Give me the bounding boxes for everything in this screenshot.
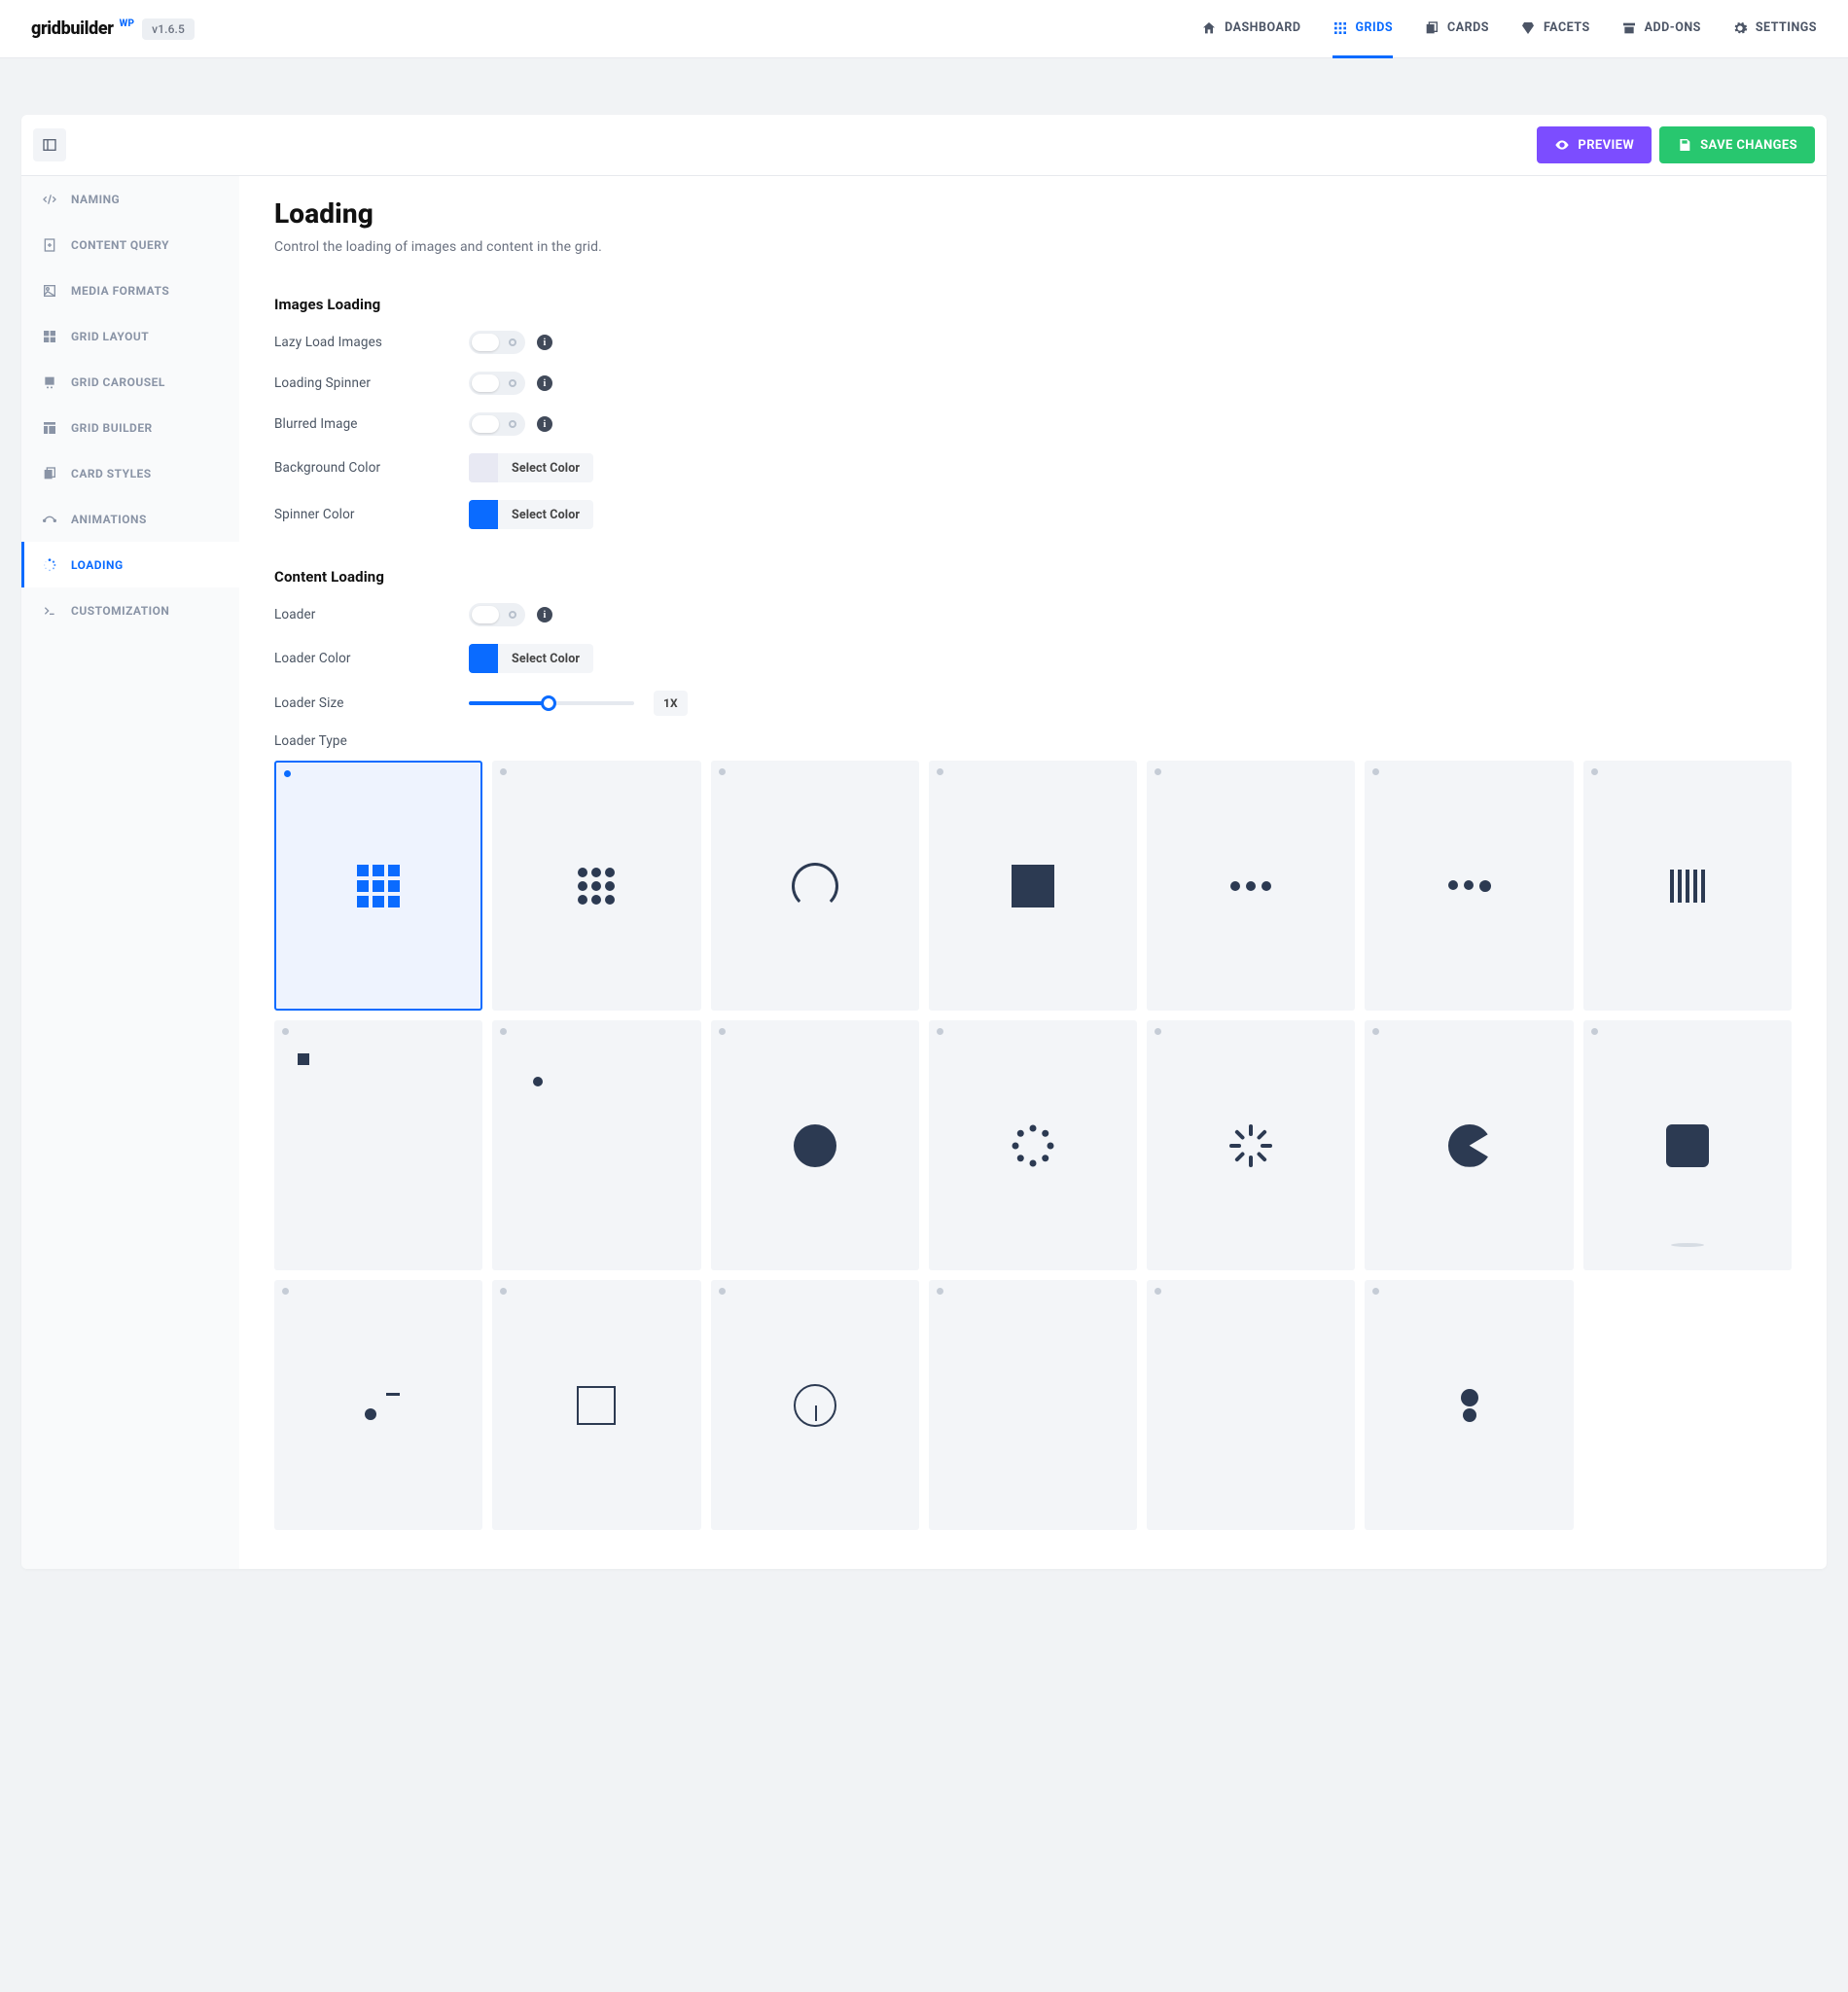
terminal-icon bbox=[42, 603, 57, 619]
nav-grids[interactable]: GRIDS bbox=[1333, 0, 1394, 58]
save-button[interactable]: SAVE CHANGES bbox=[1659, 126, 1815, 163]
cards-icon bbox=[1424, 20, 1439, 36]
nav-facets[interactable]: FACETS bbox=[1520, 0, 1590, 58]
color-swatch bbox=[469, 644, 498, 673]
page-description: Control the loading of images and conten… bbox=[274, 239, 1792, 255]
sidebar-item-content-query[interactable]: CONTENT QUERY bbox=[21, 222, 239, 267]
preview-button[interactable]: PREVIEW bbox=[1537, 126, 1652, 163]
loader-type-dots9[interactable] bbox=[492, 761, 700, 1011]
nav-cards[interactable]: CARDS bbox=[1424, 0, 1489, 58]
cards-icon bbox=[42, 466, 57, 481]
color-swatch bbox=[469, 500, 498, 529]
home-icon bbox=[1201, 20, 1217, 36]
loader-type-rounded-square[interactable] bbox=[1583, 1020, 1792, 1270]
layout-icon bbox=[42, 329, 57, 344]
color-picker-background[interactable]: Select Color bbox=[469, 453, 593, 482]
sidebar-item-naming[interactable]: NAMING bbox=[21, 176, 239, 222]
nav-addons[interactable]: ADD-ONS bbox=[1621, 0, 1701, 58]
sidebar-item-animations[interactable]: ANIMATIONS bbox=[21, 496, 239, 542]
label-ltype: Loader Type bbox=[274, 733, 469, 749]
label-bgcolor: Background Color bbox=[274, 460, 469, 476]
info-icon[interactable]: i bbox=[537, 607, 552, 622]
loader-type-ring[interactable] bbox=[711, 761, 919, 1011]
label-lcolor: Loader Color bbox=[274, 651, 469, 666]
loader-type-dots3-scale[interactable] bbox=[1365, 761, 1573, 1011]
loader-type-sunburst[interactable] bbox=[1147, 1020, 1355, 1270]
image-icon bbox=[42, 283, 57, 299]
loader-type-big-circle[interactable] bbox=[711, 1020, 919, 1270]
page-title: Loading bbox=[274, 197, 1792, 230]
color-picker-spinner[interactable]: Select Color bbox=[469, 500, 593, 529]
slider-loader-size[interactable] bbox=[469, 701, 634, 705]
sidebar-item-customization[interactable]: CUSTOMIZATION bbox=[21, 587, 239, 633]
carousel-icon bbox=[42, 374, 57, 390]
info-icon[interactable]: i bbox=[537, 375, 552, 391]
grid-icon bbox=[1333, 20, 1348, 36]
sidebar-item-grid-builder[interactable]: GRID BUILDER bbox=[21, 405, 239, 450]
loader-type-wander-square[interactable] bbox=[274, 1020, 482, 1270]
gear-icon bbox=[1732, 20, 1748, 36]
label-loading-spinner: Loading Spinner bbox=[274, 375, 469, 391]
toggle-sidebar-button[interactable] bbox=[33, 128, 66, 161]
builder-icon bbox=[42, 420, 57, 436]
color-swatch bbox=[469, 453, 498, 482]
loading-icon bbox=[42, 557, 57, 573]
code-icon bbox=[42, 192, 57, 207]
loader-type-dots3[interactable] bbox=[1147, 761, 1355, 1011]
panel-icon bbox=[42, 137, 57, 153]
sidebar-item-grid-layout[interactable]: GRID LAYOUT bbox=[21, 313, 239, 359]
loader-size-value: 1X bbox=[654, 691, 688, 716]
nav-dashboard[interactable]: DASHBOARD bbox=[1201, 0, 1300, 58]
loader-type-square[interactable] bbox=[929, 761, 1137, 1011]
animations-icon bbox=[42, 512, 57, 527]
label-blurred: Blurred Image bbox=[274, 416, 469, 432]
loader-type-dots-ring[interactable] bbox=[929, 1020, 1137, 1270]
loader-type-ball-dash[interactable] bbox=[274, 1280, 482, 1530]
info-icon[interactable]: i bbox=[537, 335, 552, 350]
toggle-blurred-image[interactable] bbox=[469, 412, 525, 436]
label-spcolor: Spinner Color bbox=[274, 507, 469, 522]
loader-type-blank-1[interactable] bbox=[929, 1280, 1137, 1530]
sidebar-item-media-formats[interactable]: MEDIA FORMATS bbox=[21, 267, 239, 313]
loader-type-blank-2[interactable] bbox=[1147, 1280, 1355, 1530]
diamond-icon bbox=[1520, 20, 1536, 36]
settings-sidebar: NAMING CONTENT QUERY MEDIA FORMATS GRID … bbox=[21, 176, 239, 1569]
color-picker-loader[interactable]: Select Color bbox=[469, 644, 593, 673]
settings-panel: Loading Control the loading of images an… bbox=[239, 176, 1827, 1569]
toggle-loader[interactable] bbox=[469, 603, 525, 626]
logo-text: gridbuilder bbox=[31, 18, 114, 39]
toggle-loading-spinner[interactable] bbox=[469, 372, 525, 395]
eye-icon bbox=[1554, 137, 1570, 153]
info-icon[interactable]: i bbox=[537, 416, 552, 432]
section-content-loading: Content Loading bbox=[274, 568, 1792, 586]
loader-type-wander-dot[interactable] bbox=[492, 1020, 700, 1270]
section-images-loading: Images Loading bbox=[274, 296, 1792, 313]
label-loader: Loader bbox=[274, 607, 469, 622]
archive-icon bbox=[1621, 20, 1637, 36]
loader-type-clock[interactable] bbox=[711, 1280, 919, 1530]
logo: gridbuilder WP bbox=[31, 18, 134, 39]
actions-bar: PREVIEW SAVE CHANGES bbox=[21, 115, 1827, 176]
sidebar-item-grid-carousel[interactable]: GRID CAROUSEL bbox=[21, 359, 239, 405]
loader-type-grid9[interactable] bbox=[274, 761, 482, 1011]
loader-type-outline-square[interactable] bbox=[492, 1280, 700, 1530]
toggle-lazy-load[interactable] bbox=[469, 331, 525, 354]
nav-settings[interactable]: SETTINGS bbox=[1732, 0, 1817, 58]
main-nav: DASHBOARD GRIDS CARDS FACETS ADD-ONS SET… bbox=[1201, 0, 1817, 57]
document-add-icon bbox=[42, 237, 57, 253]
version-badge: v1.6.5 bbox=[142, 18, 195, 40]
loader-type-bars[interactable] bbox=[1583, 761, 1792, 1011]
loader-type-pacman[interactable] bbox=[1365, 1020, 1573, 1270]
label-lazy-load: Lazy Load Images bbox=[274, 335, 469, 350]
save-icon bbox=[1677, 137, 1692, 153]
sidebar-item-loading[interactable]: LOADING bbox=[21, 542, 239, 587]
app-header: gridbuilder WP v1.6.5 DASHBOARD GRIDS CA… bbox=[0, 0, 1848, 58]
loader-type-two-balls[interactable] bbox=[1365, 1280, 1573, 1530]
label-lsize: Loader Size bbox=[274, 695, 469, 711]
sidebar-item-card-styles[interactable]: CARD STYLES bbox=[21, 450, 239, 496]
loader-type-grid bbox=[274, 761, 1792, 1530]
logo-suffix: WP bbox=[120, 18, 134, 29]
